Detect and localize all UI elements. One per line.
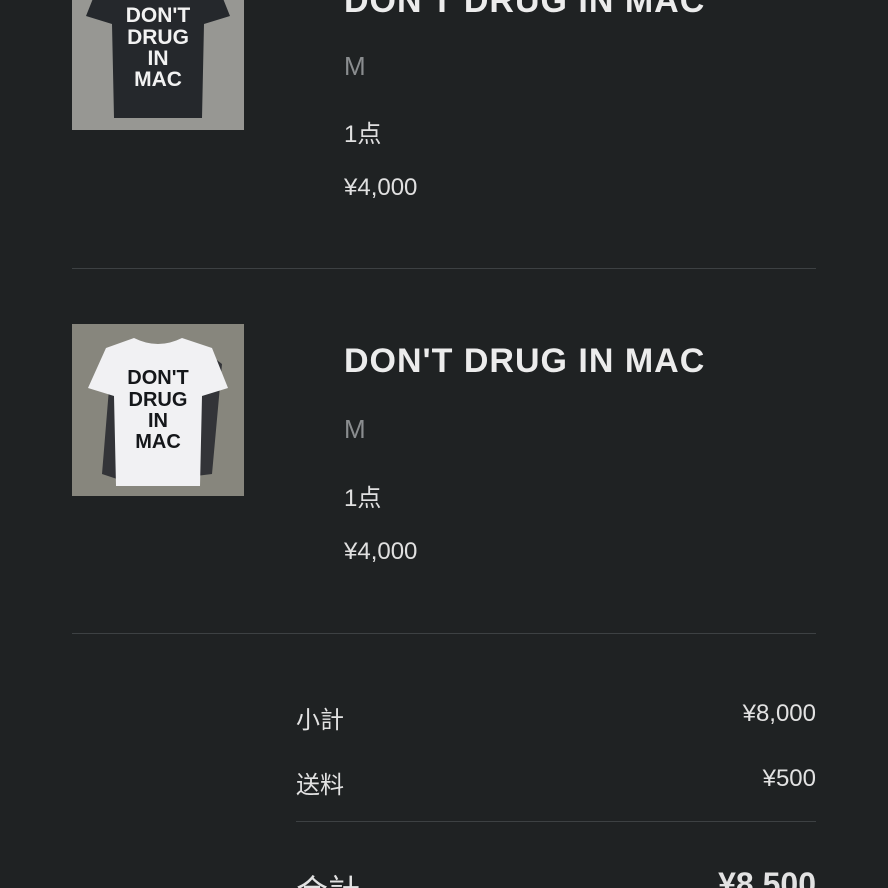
shipping-label: 送料 [296,772,344,799]
product-image[interactable]: DON'T DRUG IN MAC [72,0,244,130]
product-price: ¥4,000 [344,174,418,201]
shipping-value: ¥500 [762,765,816,792]
total-value: ¥8,500 [718,866,816,888]
product-quantity: 1点 [344,121,382,148]
svg-text:MAC: MAC [134,68,182,91]
tshirt-image: DON'T DRUG IN MAC [72,0,244,130]
tshirt-image: DON'T DRUG IN MAC [72,324,244,496]
divider [72,633,816,634]
svg-text:DRUG: DRUG [129,389,188,411]
svg-text:DON'T: DON'T [127,367,188,389]
product-title[interactable]: DON'T DRUG IN MAC [344,342,705,381]
svg-text:DON'T: DON'T [126,4,191,27]
product-image[interactable]: DON'T DRUG IN MAC [72,324,244,496]
product-price: ¥4,000 [344,538,418,565]
subtotal-value: ¥8,000 [742,700,816,727]
divider [72,268,816,269]
svg-text:DRUG: DRUG [127,26,189,49]
svg-text:IN: IN [148,47,169,70]
total-label: 合計 [296,866,360,888]
summary-divider [296,821,816,822]
product-variant: M [344,414,366,444]
product-variant: M [344,51,366,81]
product-quantity: 1点 [344,485,382,512]
svg-text:MAC: MAC [135,431,181,453]
svg-text:IN: IN [148,410,168,432]
subtotal-label: 小計 [296,707,344,734]
product-title[interactable]: DON'T DRUG IN MAC [344,0,705,21]
